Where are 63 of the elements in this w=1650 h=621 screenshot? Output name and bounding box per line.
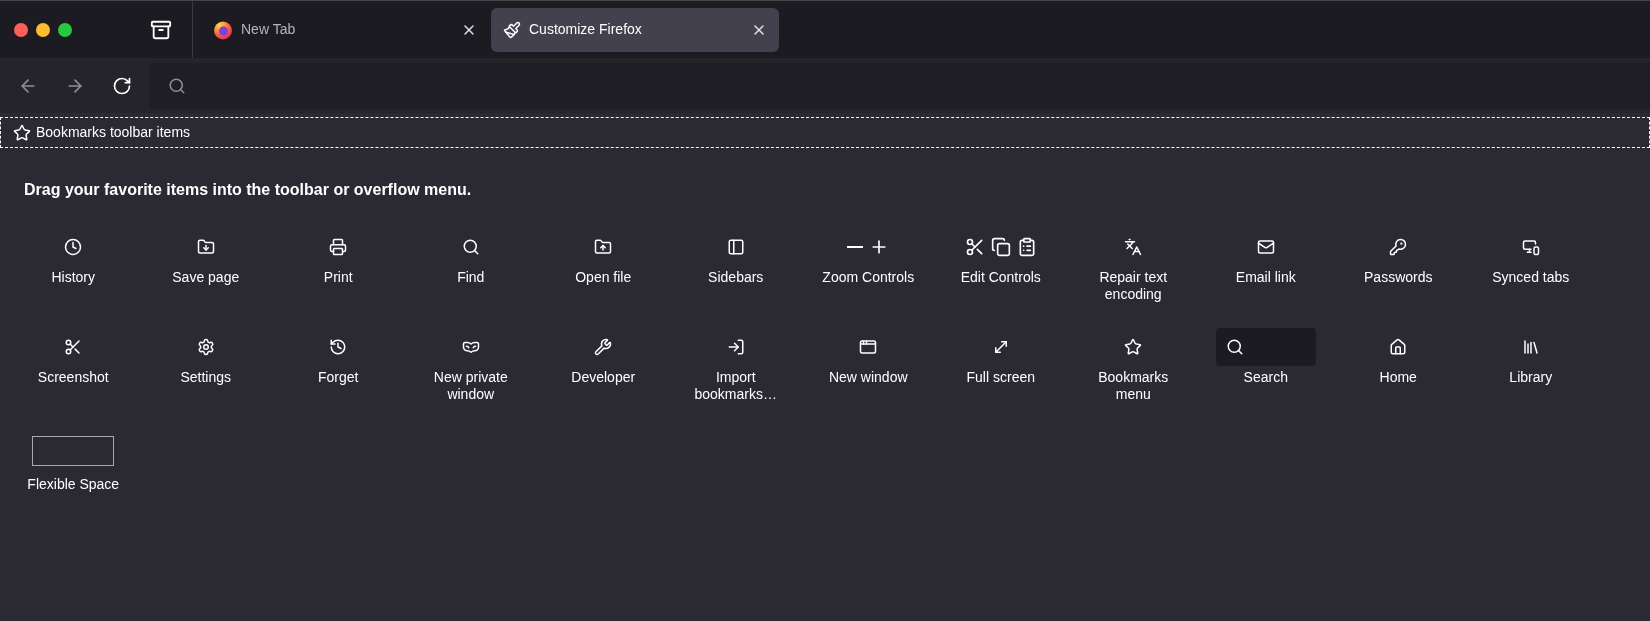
palette-heading: Drag your favorite items into the toolbar or overflow menu. (24, 180, 473, 200)
item-label[interactable]: Import bookmarks… (689, 369, 782, 403)
item-label[interactable]: Passwords (1352, 269, 1445, 286)
item-label[interactable]: Screenshot (27, 369, 120, 386)
star-icon (1124, 338, 1143, 356)
text-encoding-icon (1124, 238, 1143, 256)
minimize-window-control[interactable] (36, 22, 50, 37)
item-label[interactable]: Developer (557, 369, 650, 386)
item-label[interactable]: New private window (424, 369, 517, 403)
item-label[interactable]: Settings (159, 369, 252, 386)
browser-tab[interactable]: New Tab (201, 7, 489, 52)
minus-icon (847, 246, 864, 248)
folder-upload-icon (594, 238, 613, 256)
search-icon (168, 76, 186, 95)
scissors-icon (964, 237, 985, 257)
search-icon (1225, 338, 1244, 356)
reload-icon[interactable] (112, 75, 132, 96)
key-icon (1389, 238, 1408, 256)
item-label[interactable]: Email link (1219, 269, 1312, 286)
browser-logo-icon (213, 19, 233, 40)
folder-download-icon (196, 238, 215, 256)
wrench-icon (594, 338, 613, 356)
close-window-control[interactable] (14, 22, 28, 37)
tab-title: New Tab (241, 20, 297, 39)
item-label[interactable]: Library (1484, 369, 1577, 386)
item-label[interactable]: New window (822, 369, 915, 386)
maximize-window-control[interactable] (58, 22, 72, 37)
browser-tab[interactable]: Customize Firefox (491, 7, 779, 52)
flexible-space-placeholder[interactable] (32, 436, 115, 466)
clock-icon (64, 238, 83, 256)
search-icon (461, 238, 480, 256)
item-label: Flexible Space (27, 476, 120, 493)
sidebar-panel-icon (726, 238, 745, 256)
item-label[interactable]: Edit Controls (954, 269, 1047, 286)
import-arrow-icon (726, 338, 745, 356)
paintbrush-icon (503, 20, 521, 39)
window-icon (859, 338, 878, 356)
item-label[interactable]: Print (292, 269, 385, 286)
item-label[interactable]: Open file (557, 269, 650, 286)
envelope-icon (1256, 238, 1275, 256)
item-label[interactable]: Repair text encoding (1087, 269, 1180, 303)
item-label[interactable]: Zoom Controls (822, 269, 915, 286)
item-label[interactable]: Bookmarks menu (1087, 369, 1180, 403)
home-icon (1389, 338, 1408, 356)
devices-icon (1521, 238, 1540, 256)
settings-icon (196, 338, 215, 356)
item-label[interactable]: Sidebars (689, 269, 782, 286)
printer-icon (329, 238, 348, 256)
library-icon (1521, 338, 1540, 356)
tab-title: Customize Firefox (529, 20, 643, 39)
search-field[interactable] (1215, 328, 1316, 366)
item-label[interactable]: Home (1352, 369, 1445, 386)
item-label[interactable]: History (27, 269, 120, 286)
copy-icon (990, 237, 1011, 257)
bookmarks-toolbar-label: Bookmarks toolbar items (36, 123, 191, 142)
forget-clock-icon (329, 338, 348, 356)
item-label[interactable]: Find (424, 269, 517, 286)
item-label[interactable]: Synced tabs (1484, 269, 1577, 286)
item-label[interactable]: Forget (292, 369, 385, 386)
item-label[interactable]: Search (1219, 369, 1312, 386)
item-label[interactable]: Full screen (954, 369, 1047, 386)
item-label[interactable]: Save page (159, 269, 252, 286)
bookmark-star-icon (13, 123, 31, 142)
